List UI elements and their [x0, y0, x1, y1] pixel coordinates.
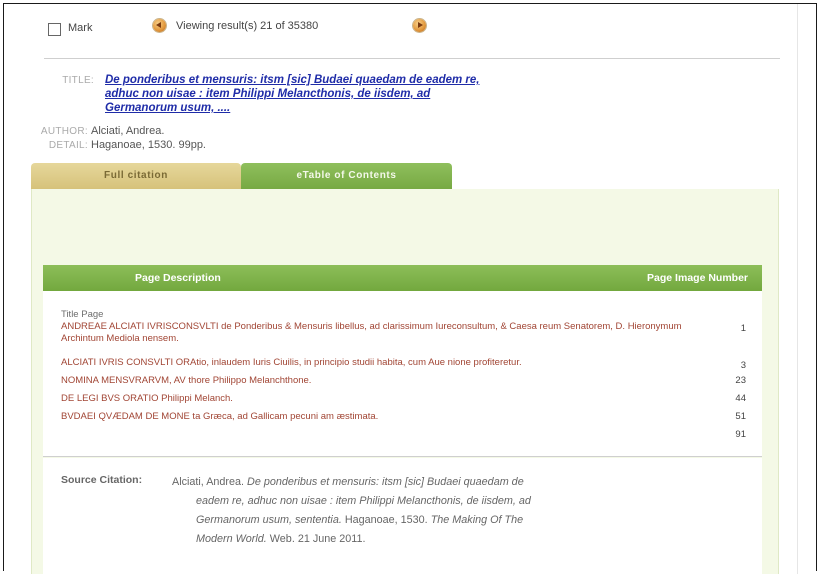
citation-title-end: Germanorum usum, sententia.: [196, 514, 342, 526]
title-line-2: adhuc non uisae : item Philippi Melancth…: [105, 88, 431, 100]
record-title-link[interactable]: De ponderibus et mensuris: itsm [sic] Bu…: [105, 73, 565, 115]
title-label: TITLE:: [62, 75, 94, 86]
toc-row-link[interactable]: BVDAEI QVÆDAM DE MONE ta Græca, ad Galli…: [61, 411, 691, 423]
citation-database-end: Modern World.: [196, 533, 267, 545]
detail-value: Haganoae, 1530. 99pp.: [91, 139, 206, 151]
citation-title: De ponderibus et mensuris: itsm [sic] Bu…: [247, 476, 524, 488]
citation-imprint: Haganoae, 1530.: [341, 514, 431, 526]
prev-arrow-icon[interactable]: [153, 19, 166, 32]
toc-page-number: 3: [740, 360, 746, 371]
tab-etable-of-contents[interactable]: eTable of Contents: [241, 163, 452, 189]
next-arrow-icon[interactable]: [413, 19, 426, 32]
toc-page-number: 51: [735, 411, 746, 422]
toc-row-link[interactable]: DE LEGI BVS ORATIO Philippi Melanch.: [61, 393, 691, 405]
toc-page-number: 23: [735, 375, 746, 386]
citation-author: Alciati, Andrea.: [172, 476, 248, 488]
toc-row-title-page: Title Page: [61, 309, 104, 320]
source-citation-text: Alciati, Andrea. De ponderibus et mensur…: [172, 473, 632, 549]
citation-title-cont: eadem re, adhuc non uisae : item Philipp…: [196, 495, 531, 507]
citation-database: The Making Of The: [430, 514, 524, 526]
toc-header: Page Description Page Image Number: [43, 265, 762, 291]
viewing-result-text: Viewing result(s) 21 of 35380: [176, 20, 319, 32]
right-divider: [797, 4, 798, 574]
toc-row-link[interactable]: NOMINA MENSVRARVM, AV thore Philippo Mel…: [61, 375, 691, 387]
toc-row-link[interactable]: ANDREAE ALCIATI IVRISCONSVLTI de Ponderi…: [61, 321, 691, 345]
title-line-3: Germanorum usum, ....: [105, 102, 231, 114]
col-page-image-number: Page Image Number: [647, 272, 748, 284]
author-value: Alciati, Andrea.: [91, 125, 165, 137]
col-page-description: Page Description: [135, 272, 221, 284]
source-citation-label: Source Citation:: [61, 474, 143, 486]
citation-access-date: Web. 21 June 2011.: [266, 533, 366, 545]
toc-list: Title Page ANDREAE ALCIATI IVRISCONSVLTI…: [43, 291, 762, 457]
toc-divider: [43, 456, 762, 457]
tab-full-citation[interactable]: Full citation: [31, 163, 241, 189]
source-citation-block: Source Citation: Alciati, Andrea. De pon…: [43, 458, 762, 574]
toc-page-number: 1: [740, 323, 746, 334]
result-toolbar: Mark Viewing result(s) 21 of 35380: [0, 0, 818, 40]
toc-page-number: 44: [735, 393, 746, 404]
mark-label: Mark: [68, 22, 93, 34]
title-line-1: De ponderibus et mensuris: itsm [sic] Bu…: [105, 74, 480, 86]
toolbar-divider: [44, 58, 780, 59]
toc-page-number: 91: [735, 429, 746, 440]
detail-label: DETAIL:: [48, 140, 88, 151]
author-label: AUTHOR:: [40, 126, 88, 137]
mark-checkbox[interactable]: [48, 23, 61, 36]
toc-row-link[interactable]: ALCIATI IVRIS CONSVLTI ORAtio, inlaudem …: [61, 357, 691, 369]
